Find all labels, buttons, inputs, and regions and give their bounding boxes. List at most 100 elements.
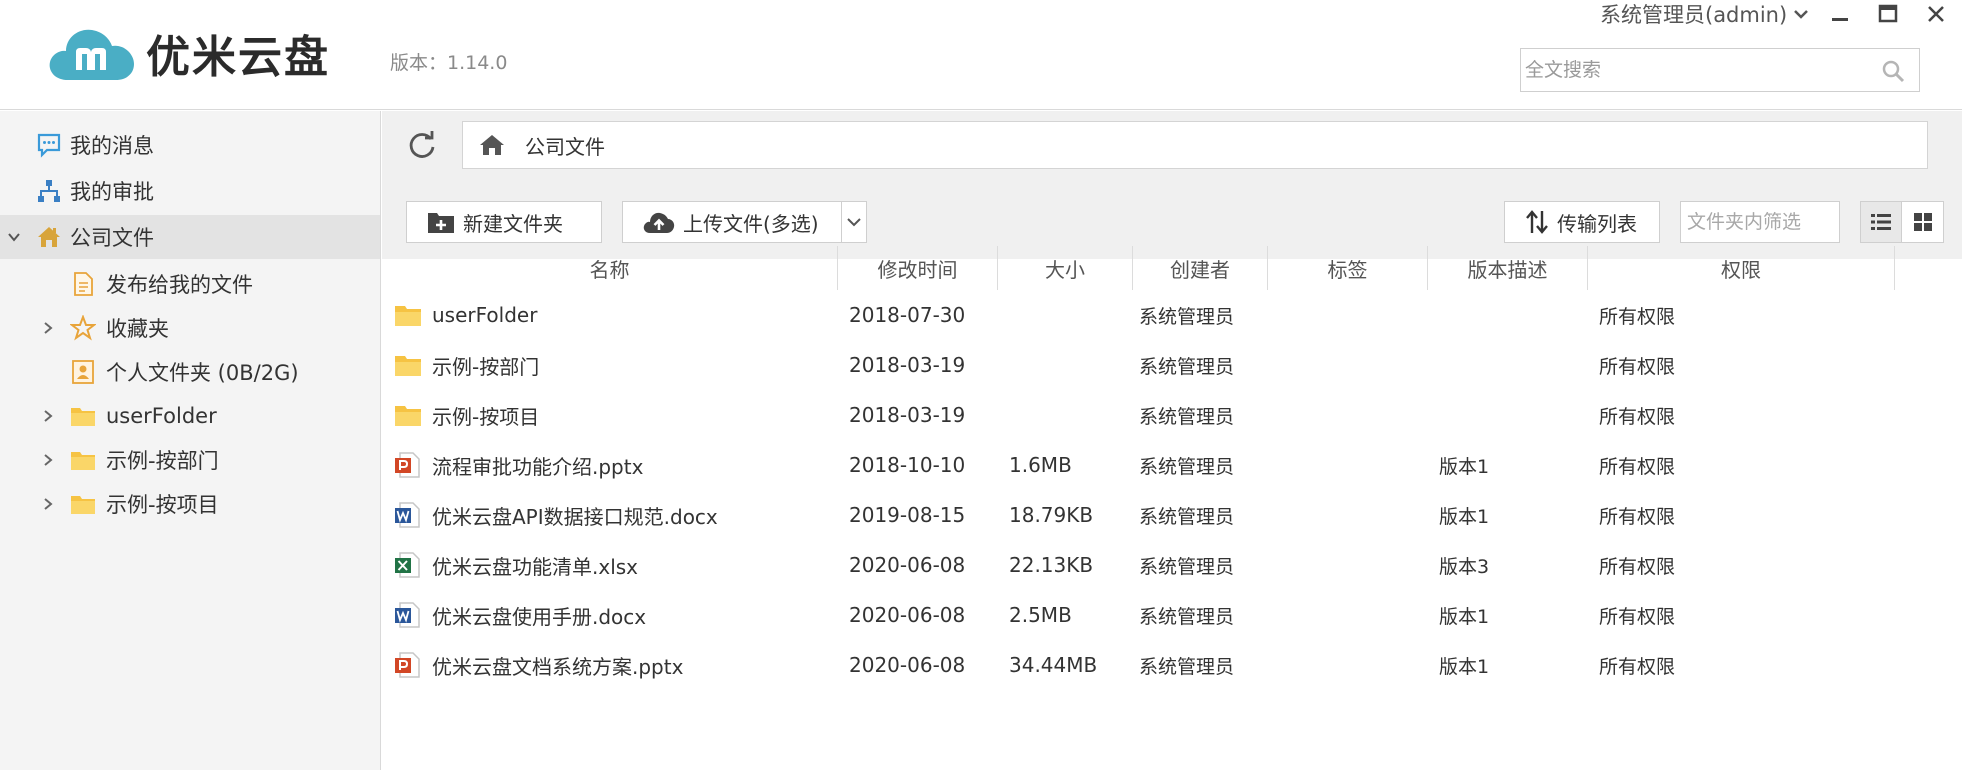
table-row[interactable]: 优米云盘功能清单.xlsx 2020-06-08 22.13KB 系统管理员 版… <box>382 540 1962 590</box>
word-file-icon <box>395 502 420 528</box>
star-icon <box>70 315 96 341</box>
chevron-down-icon <box>1794 10 1809 19</box>
file-name-cell: userFolder <box>394 290 834 340</box>
column-header-modified[interactable]: 修改时间 <box>838 246 997 290</box>
powerpoint-file-icon <box>395 452 420 478</box>
sidebar-item-label: 示例-按项目 <box>106 493 219 517</box>
column-header-version-desc[interactable]: 版本描述 <box>1428 246 1587 290</box>
person-folder-icon <box>72 360 94 384</box>
column-header-permission[interactable]: 权限 <box>1588 246 1894 290</box>
file-name[interactable]: 优米云盘使用手册.docx <box>432 601 646 630</box>
folder-icon <box>395 406 421 426</box>
refresh-icon <box>409 131 435 158</box>
folder-icon <box>71 408 95 426</box>
column-header-name[interactable]: 名称 <box>382 246 837 290</box>
sidebar-item-label: 个人文件夹 (0B/2G) <box>106 361 299 385</box>
upload-files-button[interactable]: 上传文件(多选) <box>622 201 842 243</box>
minimize-button[interactable] <box>1823 0 1857 28</box>
close-icon <box>1928 6 1944 22</box>
transfer-list-button[interactable]: 传输列表 <box>1504 201 1660 243</box>
file-name-cell: 流程审批功能介绍.pptx <box>394 440 834 490</box>
grid-view-button[interactable] <box>1902 202 1943 242</box>
chevron-right-icon[interactable] <box>40 320 56 336</box>
column-divider[interactable] <box>1894 246 1895 290</box>
size-cell: 18.79KB <box>1009 503 1094 527</box>
sidebar-item-personal-folder[interactable]: 个人文件夹 (0B/2G) <box>0 350 380 394</box>
file-name[interactable]: 优米云盘API数据接口规范.docx <box>432 501 718 530</box>
new-folder-button[interactable]: 新建文件夹 <box>406 201 602 243</box>
column-header-tag[interactable]: 标签 <box>1268 246 1427 290</box>
file-name[interactable]: 示例-按部门 <box>432 351 539 380</box>
file-name-cell: 优米云盘API数据接口规范.docx <box>394 490 834 540</box>
sidebar-item-by-department[interactable]: 示例-按部门 <box>0 438 380 482</box>
chevron-right-icon[interactable] <box>40 408 56 424</box>
permission-cell: 所有权限 <box>1599 405 1676 428</box>
cloud-logo-icon <box>49 29 134 80</box>
sidebar-item-userfolder[interactable]: userFolder <box>0 394 380 438</box>
view-toggle <box>1860 201 1944 243</box>
size-cell: 34.44MB <box>1009 653 1098 677</box>
sidebar-item-published-to-me[interactable]: 发布给我的文件 <box>0 262 380 306</box>
folder-icon <box>395 356 421 376</box>
search-input[interactable] <box>1521 49 1861 91</box>
modified-cell: 2020-06-08 <box>849 653 966 677</box>
chevron-down-icon <box>847 218 861 227</box>
breadcrumb-item[interactable]: 公司文件 <box>525 131 605 160</box>
sidebar-item-messages[interactable]: 我的消息 <box>0 123 380 167</box>
search-icon[interactable] <box>1881 59 1905 83</box>
list-view-icon <box>1871 214 1891 230</box>
home-icon[interactable] <box>479 133 505 157</box>
folder-icon <box>71 496 95 514</box>
table-row[interactable]: 示例-按项目 2018-03-19 系统管理员 所有权限 <box>382 390 1962 440</box>
sidebar-item-company-files[interactable]: 公司文件 <box>0 215 380 259</box>
file-name[interactable]: 优米云盘功能清单.xlsx <box>432 551 638 580</box>
table-row[interactable]: 流程审批功能介绍.pptx 2018-10-10 1.6MB 系统管理员 版本1… <box>382 440 1962 490</box>
creator-cell: 系统管理员 <box>1139 505 1235 528</box>
permission-cell: 所有权限 <box>1599 605 1676 628</box>
excel-file-icon <box>395 552 420 578</box>
permission-cell: 所有权限 <box>1599 505 1676 528</box>
sidebar-item-label: 我的消息 <box>70 134 154 158</box>
brand-name: 优米云盘 <box>146 32 330 83</box>
folder-filter-input[interactable] <box>1681 202 1839 242</box>
file-name[interactable]: userFolder <box>432 303 537 327</box>
version-desc-cell: 版本1 <box>1439 605 1490 628</box>
chevron-down-icon[interactable] <box>6 229 22 245</box>
close-button[interactable] <box>1919 0 1953 28</box>
creator-cell: 系统管理员 <box>1139 355 1235 378</box>
table-header: 名称 修改时间 大小 创建者 标签 版本描述 权限 <box>382 246 1962 290</box>
sidebar-item-approvals[interactable]: 我的审批 <box>0 169 380 213</box>
refresh-button[interactable] <box>404 127 440 163</box>
list-view-button[interactable] <box>1861 202 1902 242</box>
version-desc-cell: 版本1 <box>1439 655 1490 678</box>
user-menu[interactable]: 系统管理员(admin) <box>1600 0 1809 28</box>
table-row[interactable]: 优米云盘文档系统方案.pptx 2020-06-08 34.44MB 系统管理员… <box>382 640 1962 690</box>
column-header-size[interactable]: 大小 <box>998 246 1132 290</box>
creator-cell: 系统管理员 <box>1139 305 1235 328</box>
file-name[interactable]: 示例-按项目 <box>432 401 539 430</box>
table-row[interactable]: 优米云盘使用手册.docx 2020-06-08 2.5MB 系统管理员 版本1… <box>382 590 1962 640</box>
cloud-upload-icon <box>643 212 675 233</box>
modified-cell: 2019-08-15 <box>849 503 966 527</box>
sidebar-item-label: 公司文件 <box>70 226 154 250</box>
creator-cell: 系统管理员 <box>1139 555 1235 578</box>
sidebar-item-favorites[interactable]: 收藏夹 <box>0 306 380 350</box>
modified-cell: 2018-03-19 <box>849 353 966 377</box>
table-row[interactable]: userFolder 2018-07-30 系统管理员 所有权限 <box>382 290 1962 340</box>
file-list: userFolder 2018-07-30 系统管理员 所有权限 示例-按部门 … <box>382 290 1962 690</box>
upload-dropdown-button[interactable] <box>841 201 867 243</box>
table-row[interactable]: 优米云盘API数据接口规范.docx 2019-08-15 18.79KB 系统… <box>382 490 1962 540</box>
chevron-right-icon[interactable] <box>40 496 56 512</box>
size-cell: 1.6MB <box>1009 453 1072 477</box>
chevron-right-icon[interactable] <box>40 452 56 468</box>
sidebar-item-by-project[interactable]: 示例-按项目 <box>0 482 380 526</box>
file-name[interactable]: 流程审批功能介绍.pptx <box>432 451 643 480</box>
word-file-icon <box>395 602 420 628</box>
file-name-cell: 优米云盘功能清单.xlsx <box>394 540 834 590</box>
file-name[interactable]: 优米云盘文档系统方案.pptx <box>432 651 683 680</box>
maximize-button[interactable] <box>1871 0 1905 28</box>
breadcrumb: 公司文件 <box>462 121 1928 169</box>
column-header-creator[interactable]: 创建者 <box>1133 246 1267 290</box>
maximize-icon <box>1878 4 1898 23</box>
table-row[interactable]: 示例-按部门 2018-03-19 系统管理员 所有权限 <box>382 340 1962 390</box>
